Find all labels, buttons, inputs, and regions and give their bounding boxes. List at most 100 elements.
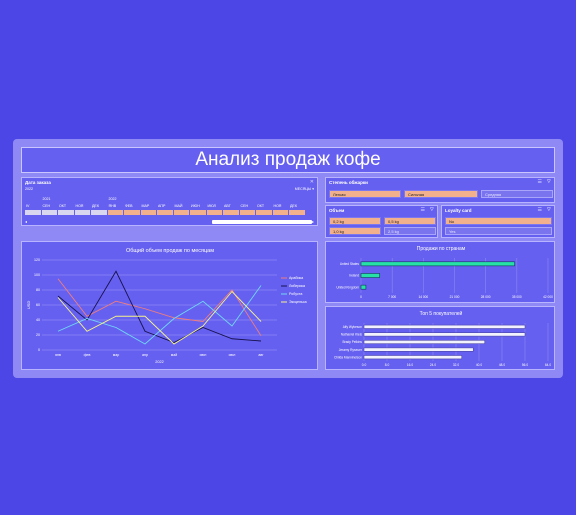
timeline-month-label: ИЮЛ: [207, 204, 216, 208]
chart-title: Продажи по странам: [417, 246, 466, 252]
date-slicer[interactable]: Дата заказа ✕ 2022 МЕСЯЦЫ ▾ ◂ ▸ 2021 2022…: [21, 177, 318, 226]
bar-category-label: United States: [340, 262, 360, 266]
timeline-month-label: СЕН: [42, 204, 51, 208]
size-option-0-5kg[interactable]: 0,5 kg: [384, 217, 436, 225]
y-tick-label: 120: [34, 258, 40, 262]
y-tick-label: 40: [36, 318, 40, 322]
timeline-month-label: НОЯ: [273, 204, 282, 208]
bar-category-label: United Kingdom: [336, 285, 359, 289]
timeline-month-cell[interactable]: [25, 210, 41, 215]
loyalty-option-no[interactable]: No: [445, 217, 552, 225]
timeline-month-label: ОКТ: [257, 204, 265, 208]
x-tick-label: янв: [55, 353, 61, 357]
timeline-month-label: ЯНВ: [108, 204, 117, 208]
x-tick-label: 16.0: [407, 363, 413, 367]
x-tick-label: 64.0: [545, 363, 551, 367]
timeline-right-arrow-icon[interactable]: ▸: [312, 219, 314, 224]
legend-label: Либерика: [289, 284, 305, 288]
country-sales-chart: Продажи по странам 0 7 000 14 000 21 000 28 0…: [325, 241, 555, 303]
timeline-month-cell[interactable]: [140, 210, 156, 215]
x-tick-label: апр: [142, 353, 148, 357]
x-tick-label: 35 000: [512, 295, 522, 299]
bar-category-label: Nathaniel Kleis: [341, 333, 363, 337]
size-option-2-5kg[interactable]: 2,5 kg: [384, 227, 436, 235]
multi-select-icon[interactable]: ☰: [538, 207, 542, 213]
multi-select-icon[interactable]: ☰: [421, 207, 425, 213]
x-tick-label: 8.0: [385, 363, 390, 367]
timeline-month-cell[interactable]: [239, 210, 255, 215]
timeline-month-cell[interactable]: [107, 210, 123, 215]
y-tick-label: 20: [36, 333, 40, 337]
y-tick-label: 100: [34, 273, 40, 277]
x-axis-label: 2022: [155, 360, 163, 364]
clear-filter-icon[interactable]: ⛛: [430, 207, 434, 213]
timeline-year-label: 2021: [42, 197, 51, 201]
timeline-year-label: 2022: [108, 197, 117, 201]
timeline-month-label: МАЙ: [174, 204, 183, 208]
roast-slicer[interactable]: Степень обжарки ☰ ⛛ Легкая Сильная Средн…: [325, 177, 555, 203]
timeline-month-label: НОЯ: [75, 204, 84, 208]
roast-option-light[interactable]: Легкая: [329, 190, 401, 198]
x-tick-label: 56.0: [522, 363, 528, 367]
chevron-down-icon: ▾: [312, 187, 314, 191]
x-tick-label: июл: [229, 353, 236, 357]
timeline-month-cell[interactable]: [223, 210, 239, 215]
date-slicer-level[interactable]: МЕСЯЦЫ ▾: [295, 187, 314, 191]
y-tick-label: 60: [36, 303, 40, 307]
timeline-month-cell[interactable]: [190, 210, 206, 215]
x-tick-label: 0: [360, 295, 362, 299]
x-tick-label: авг: [258, 353, 264, 357]
bar-category-label: Jeramy Ryseuer: [339, 348, 363, 352]
date-slicer-year: 2022: [25, 187, 33, 191]
clear-filter-icon[interactable]: ✕: [310, 179, 314, 185]
x-tick-label: фев: [84, 353, 91, 357]
country-chart-svg: Продажи по странам 0 7 000 14 000 21 000 28 0…: [336, 246, 553, 299]
x-tick-label: 21 000: [450, 295, 460, 299]
loyalty-slicer[interactable]: Loyalty card ☰ ⛛ No Yes: [441, 205, 555, 238]
size-slicer[interactable]: Объем ☰ ⛛ 0,2 kg 0,5 kg 1,0 kg 2,5 kg: [325, 205, 438, 238]
monthly-sales-chart: Общий объем продаж по месяцам 0 20 40 60 80 10…: [21, 241, 318, 370]
clear-filter-icon[interactable]: ⛛: [547, 207, 551, 213]
size-option-0-2kg[interactable]: 0,2 kg: [329, 217, 381, 225]
x-tick-label: 42 000: [543, 295, 553, 299]
roast-slicer-title: Степень обжарки: [329, 180, 368, 185]
timeline-month-label: ИЮН: [191, 204, 200, 208]
bar: [363, 339, 486, 345]
timeline-month-cell[interactable]: [173, 210, 189, 215]
timeline-month-label: АВГ: [224, 204, 231, 208]
timeline-month-cell[interactable]: [124, 210, 140, 215]
loyalty-option-yes[interactable]: Yes: [445, 227, 552, 235]
bar: [360, 273, 381, 278]
loyalty-slicer-title: Loyalty card: [445, 208, 472, 213]
timeline-month-label: СЕН: [240, 204, 249, 208]
x-tick-label: 40.0: [476, 363, 482, 367]
line-chart-svg: Общий объем продаж по месяцам 0 20 40 60 80 10…: [26, 247, 307, 364]
roast-option-dark[interactable]: Сильная: [404, 190, 478, 198]
x-tick-label: июн: [200, 353, 207, 357]
clear-filter-icon[interactable]: ⛛: [547, 179, 551, 185]
x-tick-label: 48.0: [499, 363, 505, 367]
y-tick-label: 80: [36, 288, 40, 292]
timeline-month-cell[interactable]: [41, 210, 57, 215]
timeline-month-cell[interactable]: [256, 210, 272, 215]
roast-option-medium[interactable]: Средняя: [481, 190, 553, 198]
timeline-month-cell[interactable]: [58, 210, 74, 215]
x-tick-label: 28 000: [481, 295, 491, 299]
x-tick-label: 14 000: [418, 295, 428, 299]
y-axis-label: USD: [26, 301, 31, 310]
timeline-month-cell[interactable]: [206, 210, 222, 215]
timeline-month-cell[interactable]: [157, 210, 173, 215]
timeline-month-cell[interactable]: [91, 210, 107, 215]
x-tick-label: 32.0: [453, 363, 459, 367]
size-option-1-0kg[interactable]: 1,0 kg: [329, 227, 381, 235]
timeline-month-label: ДЕК: [92, 204, 99, 208]
multi-select-icon[interactable]: ☰: [538, 179, 542, 185]
chart-title: Топ 5 покупателей: [420, 310, 463, 317]
bar-category-label: Alfy Wykeson: [343, 325, 363, 329]
bar: [363, 347, 474, 352]
timeline-month-cell[interactable]: [74, 210, 90, 215]
timeline-month-cell[interactable]: [272, 210, 288, 215]
timeline-month-cell[interactable]: [289, 210, 305, 215]
timeline-left-arrow-icon[interactable]: ◂: [25, 219, 27, 224]
timeline-scrollbar[interactable]: [212, 220, 312, 224]
